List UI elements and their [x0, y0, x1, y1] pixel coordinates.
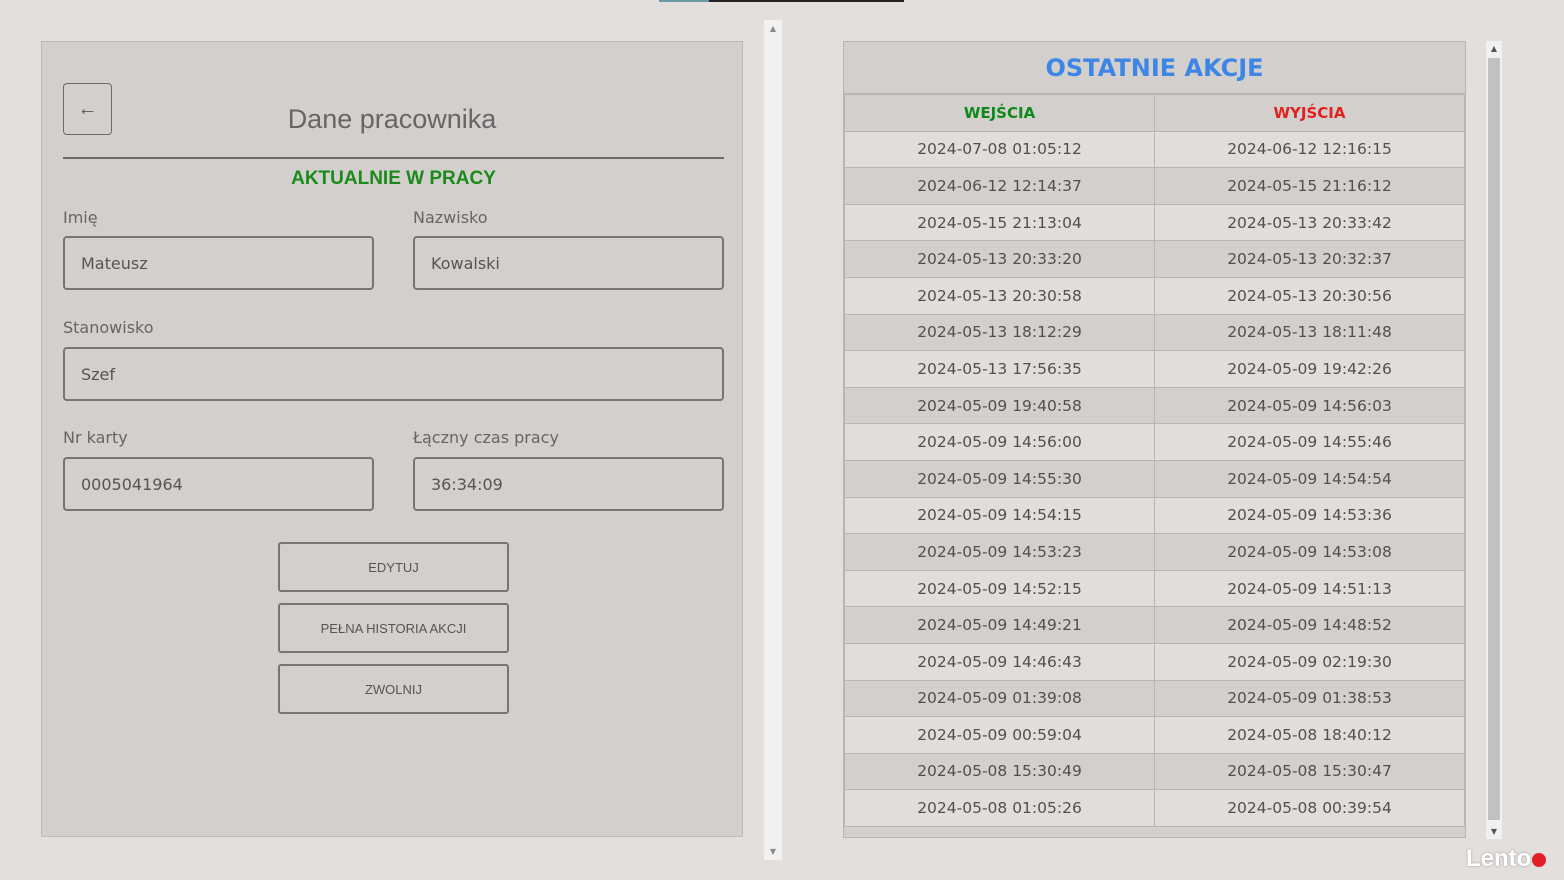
first-name-field[interactable]: Mateusz: [63, 236, 374, 290]
scroll-up-arrow-icon[interactable]: ▲: [1486, 44, 1502, 53]
entry-time-cell: 2024-05-13 20:33:20: [844, 240, 1155, 278]
table-row: 2024-06-12 12:14:37 2024-05-15 21:16:12: [844, 167, 1465, 205]
scroll-down-arrow-icon[interactable]: ▼: [764, 847, 782, 856]
entry-time-cell: 2024-05-09 01:39:08: [844, 679, 1155, 718]
left-panel-scrollbar[interactable]: ▲ ▼: [764, 20, 782, 860]
entry-time-cell: 2024-05-08 15:30:49: [844, 752, 1155, 791]
table-row: 2024-05-15 21:13:04 2024-05-13 20:33:42: [844, 203, 1465, 242]
table-row: 2024-05-13 17:56:35 2024-05-09 19:42:26: [844, 350, 1465, 388]
exit-time-cell: 2024-05-08 15:30:47: [1154, 752, 1465, 791]
entry-time-cell: 2024-05-09 14:46:43: [844, 642, 1155, 681]
position-field[interactable]: Szef: [63, 347, 724, 401]
entry-time-cell: 2024-07-08 01:05:12: [844, 130, 1155, 169]
entry-time-cell: 2024-05-09 14:56:00: [844, 423, 1155, 461]
exit-time-cell: 2024-05-09 02:19:30: [1154, 642, 1465, 681]
exit-time-cell: 2024-05-13 20:30:56: [1154, 276, 1465, 315]
last-name-label: Nazwisko: [413, 208, 488, 227]
dismiss-employee-button[interactable]: ZWOLNIJ: [278, 664, 509, 714]
work-status: AKTUALNIE W PRACY: [291, 168, 496, 189]
recent-actions-table: WEJŚCIA WYJŚCIA 2024-07-08 01:05:12 2024-…: [844, 94, 1465, 827]
recent-actions-panel: OSTATNIE AKCJE WEJŚCIA WYJŚCIA 2024-07-0…: [843, 41, 1466, 838]
table-row: 2024-05-09 01:39:08 2024-05-09 01:38:53: [844, 679, 1465, 718]
total-time-field[interactable]: 36:34:09: [413, 457, 724, 511]
exit-time-cell: 2024-06-12 12:16:15: [1154, 130, 1465, 169]
entry-time-cell: 2024-05-15 21:13:04: [844, 203, 1155, 242]
entry-time-cell: 2024-05-09 14:52:15: [844, 569, 1155, 608]
edit-button[interactable]: EDYTUJ: [278, 542, 509, 592]
entry-time-cell: 2024-05-13 20:30:58: [844, 276, 1155, 315]
exit-time-cell: 2024-05-09 14:53:36: [1154, 496, 1465, 535]
table-row: 2024-05-09 14:49:21 2024-05-09 14:48:52: [844, 606, 1465, 644]
watermark-dot-icon: [1532, 852, 1547, 867]
exit-time-cell: 2024-05-13 20:32:37: [1154, 240, 1465, 278]
table-row: 2024-05-09 14:52:15 2024-05-09 14:51:13: [844, 569, 1465, 608]
table-row: 2024-05-09 14:56:00 2024-05-09 14:55:46: [844, 423, 1465, 461]
back-arrow-icon: ←: [77, 97, 98, 120]
recent-actions-title: OSTATNIE AKCJE: [844, 42, 1465, 94]
exit-time-cell: 2024-05-09 01:38:53: [1154, 679, 1465, 718]
position-label: Stanowisko: [63, 318, 154, 337]
scrollbar-thumb[interactable]: [1488, 58, 1500, 820]
exit-time-cell: 2024-05-09 14:55:46: [1154, 423, 1465, 461]
total-time-label: Łączny czas pracy: [413, 428, 559, 447]
last-name-field[interactable]: Kowalski: [413, 236, 724, 290]
entries-column-header: WEJŚCIA: [844, 94, 1155, 132]
entry-time-cell: 2024-06-12 12:14:37: [844, 167, 1155, 205]
table-row: 2024-05-09 14:46:43 2024-05-09 02:19:30: [844, 642, 1465, 681]
top-tab-indicator: [659, 0, 904, 2]
scroll-down-arrow-icon[interactable]: ▼: [1486, 827, 1502, 836]
exit-time-cell: 2024-05-15 21:16:12: [1154, 167, 1465, 205]
actions-table-scrollbar[interactable]: ▲ ▼: [1486, 41, 1502, 839]
table-row: 2024-07-08 01:05:12 2024-06-12 12:16:15: [844, 130, 1465, 169]
page-title: Dane pracownika: [287, 104, 497, 134]
exit-time-cell: 2024-05-13 20:33:42: [1154, 203, 1465, 242]
entry-time-cell: 2024-05-09 19:40:58: [844, 386, 1155, 425]
exit-time-cell: 2024-05-09 14:54:54: [1154, 459, 1465, 498]
entry-time-cell: 2024-05-08 01:05:26: [844, 789, 1155, 827]
entry-time-cell: 2024-05-13 18:12:29: [844, 313, 1155, 352]
table-row: 2024-05-08 15:30:49 2024-05-08 15:30:47: [844, 752, 1465, 791]
employee-details-panel: ← Dane pracownika AKTUALNIE W PRACY Imię…: [41, 41, 743, 837]
entry-time-cell: 2024-05-09 14:55:30: [844, 459, 1155, 498]
table-row: 2024-05-13 20:30:58 2024-05-13 20:30:56: [844, 276, 1465, 315]
full-history-button[interactable]: PEŁNA HISTORIA AKCJI: [278, 603, 509, 653]
table-row: 2024-05-13 20:33:20 2024-05-13 20:32:37: [844, 240, 1465, 278]
scroll-up-arrow-icon[interactable]: ▲: [764, 24, 782, 33]
first-name-label: Imię: [63, 208, 98, 227]
watermark-text: Lento: [1466, 845, 1532, 872]
exit-time-cell: 2024-05-08 18:40:12: [1154, 716, 1465, 754]
card-number-label: Nr karty: [63, 428, 128, 447]
exits-column-header: WYJŚCIA: [1154, 94, 1465, 132]
entry-time-cell: 2024-05-09 00:59:04: [844, 716, 1155, 754]
exit-time-cell: 2024-05-08 00:39:54: [1154, 789, 1465, 827]
card-number-field[interactable]: 0005041964: [63, 457, 374, 511]
exit-time-cell: 2024-05-09 14:56:03: [1154, 386, 1465, 425]
table-row: 2024-05-09 14:54:15 2024-05-09 14:53:36: [844, 496, 1465, 535]
entry-time-cell: 2024-05-09 14:54:15: [844, 496, 1155, 535]
title-divider: [63, 157, 724, 159]
table-row: 2024-05-09 19:40:58 2024-05-09 14:56:03: [844, 386, 1465, 425]
exit-time-cell: 2024-05-09 19:42:26: [1154, 350, 1465, 388]
table-row: 2024-05-08 01:05:26 2024-05-08 00:39:54: [844, 789, 1465, 827]
entry-time-cell: 2024-05-09 14:53:23: [844, 533, 1155, 571]
table-row: 2024-05-13 18:12:29 2024-05-13 18:11:48: [844, 313, 1465, 352]
exit-time-cell: 2024-05-09 14:53:08: [1154, 533, 1465, 571]
table-row: 2024-05-09 00:59:04 2024-05-08 18:40:12: [844, 716, 1465, 754]
table-row: 2024-05-09 14:55:30 2024-05-09 14:54:54: [844, 459, 1465, 498]
exit-time-cell: 2024-05-13 18:11:48: [1154, 313, 1465, 352]
entry-time-cell: 2024-05-09 14:49:21: [844, 606, 1155, 644]
actions-table-body: 2024-07-08 01:05:12 2024-06-12 12:16:15 20…: [844, 130, 1465, 827]
entry-time-cell: 2024-05-13 17:56:35: [844, 350, 1155, 388]
lento-watermark-logo: Lento: [1466, 845, 1547, 873]
exit-time-cell: 2024-05-09 14:48:52: [1154, 606, 1465, 644]
table-row: 2024-05-09 14:53:23 2024-05-09 14:53:08: [844, 533, 1465, 571]
back-button[interactable]: ←: [63, 83, 112, 135]
top-tab-accent: [659, 0, 709, 2]
exit-time-cell: 2024-05-09 14:51:13: [1154, 569, 1465, 608]
